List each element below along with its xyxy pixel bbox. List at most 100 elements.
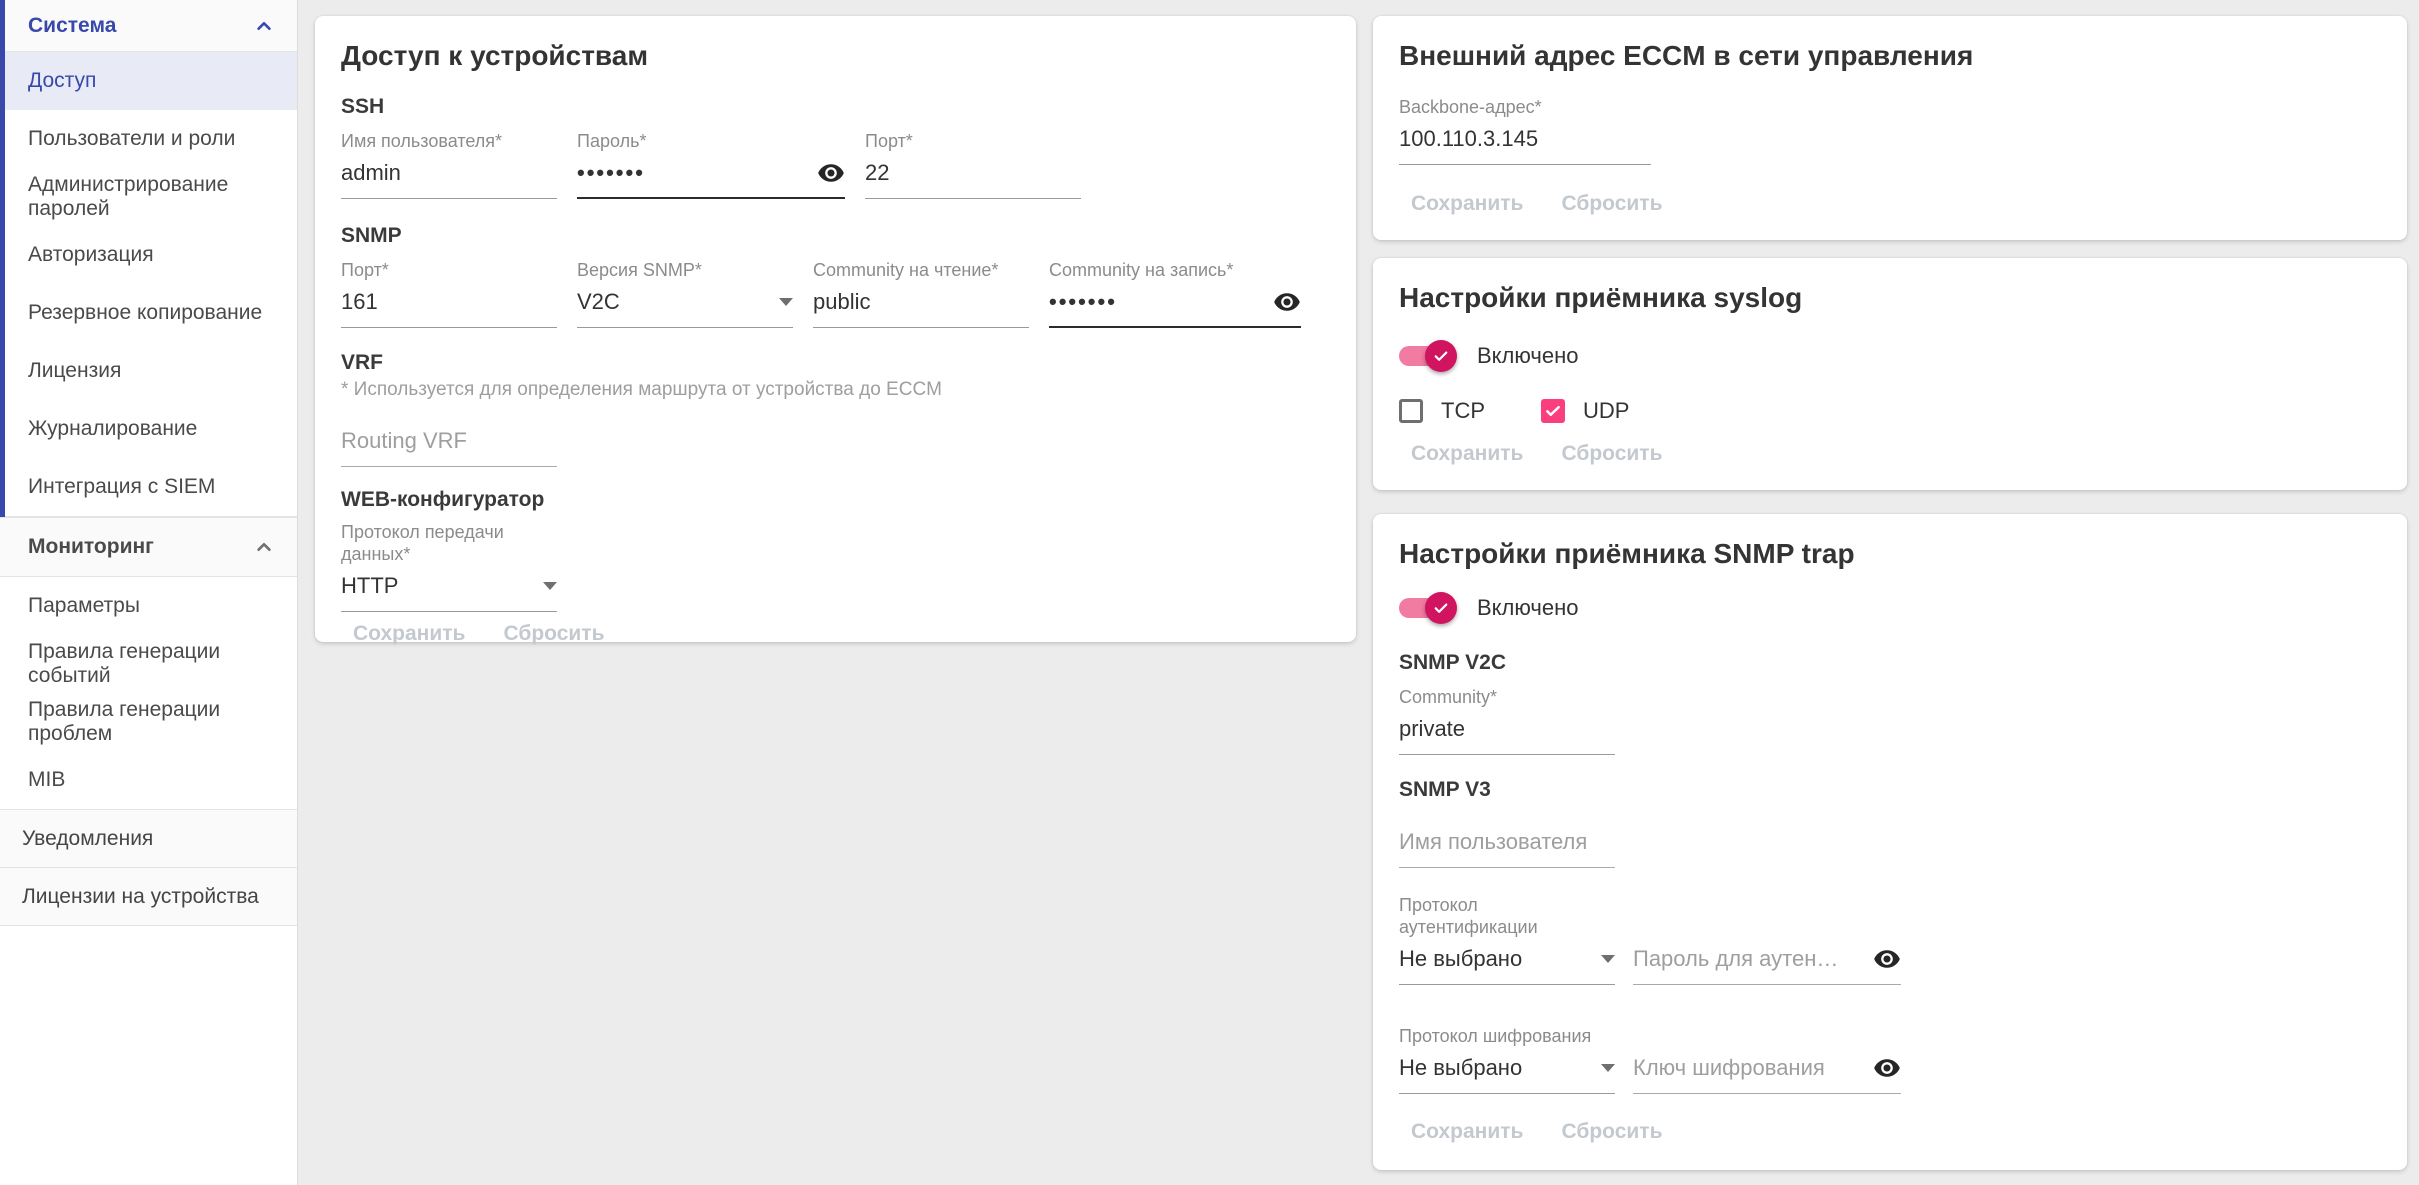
ssh-username-field[interactable]: Имя пользователя* admin: [341, 130, 557, 199]
chevron-down-icon[interactable]: [543, 582, 557, 590]
vrf-hint: * Используется для определения маршрута …: [341, 378, 1330, 402]
item-label: Уведомления: [22, 827, 153, 851]
save-button[interactable]: Сохранить: [341, 612, 477, 656]
selected-value: Не выбрано: [1399, 944, 1522, 974]
group-label: Система: [28, 14, 116, 38]
enabled-toggle[interactable]: [1399, 340, 1449, 372]
enabled-toggle[interactable]: [1399, 592, 1449, 624]
card-title: Доступ к устройствам: [341, 38, 1330, 74]
field-label: Протокол передачи данных*: [341, 521, 557, 565]
field-placeholder: Имя пользователя: [1399, 827, 1587, 857]
sidebar-item-license[interactable]: Лицензия: [0, 342, 297, 400]
toggle-label: Включено: [1477, 595, 1578, 621]
sidebar-item-siem[interactable]: Интеграция с SIEM: [0, 458, 297, 516]
card-actions: Сохранить Сбросить: [1399, 432, 2381, 478]
routing-vrf-field[interactable]: Routing VRF: [341, 420, 557, 467]
masked-value: •••••••: [577, 158, 645, 188]
main-content: Доступ к устройствам SSH Имя пользовател…: [298, 0, 2419, 1185]
save-button[interactable]: Сохранить: [1399, 1110, 1535, 1154]
backbone-address-field[interactable]: Backbone-адрес* 100.110.3.145: [1399, 96, 1651, 165]
sidebar-item-device-licenses[interactable]: Лицензии на устройства: [0, 868, 297, 926]
field-value: public: [813, 287, 870, 317]
field-label: Community*: [1399, 686, 1615, 708]
card-actions: Сохранить Сбросить: [341, 612, 1330, 658]
selected-value: Не выбрано: [1399, 1053, 1522, 1083]
chevron-up-icon[interactable]: [251, 13, 277, 39]
sidebar-item-logging[interactable]: Журналирование: [0, 400, 297, 458]
sidebar-item-access[interactable]: Доступ: [0, 52, 297, 110]
sidebar-item-mib[interactable]: MIB: [0, 751, 297, 809]
ssh-section-heading: SSH: [341, 94, 1330, 120]
sidebar-item-users-roles[interactable]: Пользователи и роли: [0, 110, 297, 168]
sidebar-item-backup[interactable]: Резервное копирование: [0, 284, 297, 342]
item-label: Резервное копирование: [28, 301, 262, 325]
save-button[interactable]: Сохранить: [1399, 432, 1535, 476]
check-icon: [1432, 599, 1450, 617]
syslog-settings-card: Настройки приёмника syslog Включено TCP …: [1373, 258, 2407, 490]
reset-button[interactable]: Сбросить: [1549, 1110, 1674, 1154]
reset-button[interactable]: Сбросить: [1549, 432, 1674, 476]
snmp-port-field[interactable]: Порт* 161: [341, 259, 557, 328]
field-label: Порт*: [341, 259, 557, 281]
active-group-indicator: [0, 0, 5, 517]
sidebar-item-authorization[interactable]: Авторизация: [0, 226, 297, 284]
sidebar-item-parameters[interactable]: Параметры: [0, 577, 297, 635]
sidebar-item-notifications[interactable]: Уведомления: [0, 810, 297, 868]
snmp-version-select[interactable]: Версия SNMP* V2C: [577, 259, 793, 328]
eye-icon[interactable]: [817, 159, 845, 187]
web-protocol-select[interactable]: Протокол передачи данных* HTTP: [341, 521, 557, 612]
auth-password-field[interactable]: Пароль для аутентификации: [1633, 938, 1901, 985]
sidebar-group-header-monitoring[interactable]: Мониторинг: [0, 517, 297, 577]
field-placeholder: Ключ шифрования: [1633, 1053, 1825, 1083]
selected-value: HTTP: [341, 571, 398, 601]
item-label: Доступ: [28, 69, 96, 93]
snmp-write-community-field[interactable]: Community на запись* •••••••: [1049, 259, 1301, 328]
item-label: Правила генерации проблем: [28, 698, 281, 746]
masked-value: •••••••: [1049, 287, 1117, 317]
field-label: Версия SNMP*: [577, 259, 793, 281]
field-value: admin: [341, 158, 401, 188]
eye-icon[interactable]: [1273, 288, 1301, 316]
toggle-label: Включено: [1477, 343, 1578, 369]
item-label: Авторизация: [28, 243, 154, 267]
encrypt-protocol-select[interactable]: Протокол шифрования Не выбрано: [1399, 1025, 1615, 1094]
right-column: Внешний адрес ECCM в сети управления Bac…: [1373, 16, 2407, 1170]
udp-checkbox[interactable]: [1541, 399, 1565, 423]
ssh-password-field[interactable]: Пароль* •••••••: [577, 130, 845, 199]
reset-button[interactable]: Сбросить: [1549, 182, 1674, 226]
field-value: private: [1399, 714, 1465, 744]
field-label: Community на чтение*: [813, 259, 1029, 281]
trap-community-field[interactable]: Community* private: [1399, 686, 1615, 755]
eye-icon[interactable]: [1873, 1054, 1901, 1082]
auth-protocol-select[interactable]: Протокол аутентификации Не выбрано: [1399, 894, 1615, 985]
card-title: Настройки приёмника syslog: [1399, 280, 2381, 316]
chevron-up-icon[interactable]: [251, 534, 277, 560]
trap-enabled-row: Включено: [1399, 592, 2381, 624]
syslog-enabled-row: Включено: [1399, 340, 2381, 372]
trap-username-field[interactable]: Имя пользователя: [1399, 821, 1615, 868]
snmp-read-community-field[interactable]: Community на чтение* public: [813, 259, 1029, 328]
tcp-checkbox[interactable]: [1399, 399, 1423, 423]
card-title: Настройки приёмника SNMP trap: [1399, 536, 2381, 572]
chevron-down-icon[interactable]: [779, 298, 793, 306]
sidebar-item-event-rules[interactable]: Правила генерации событий: [0, 635, 297, 693]
sidebar-item-problem-rules[interactable]: Правила генерации проблем: [0, 693, 297, 751]
sidebar-group-header-system[interactable]: Система: [0, 0, 297, 52]
syslog-protocols-row: TCP UDP: [1399, 398, 2381, 424]
card-title: Внешний адрес ECCM в сети управления: [1399, 38, 2381, 74]
ssh-port-field[interactable]: Порт* 22: [865, 130, 1081, 199]
sidebar-item-password-admin[interactable]: Администрирование паролей: [0, 168, 297, 226]
snmp-v2c-heading: SNMP V2C: [1399, 650, 2381, 676]
sidebar: Система Доступ Пользователи и роли Админ…: [0, 0, 298, 1185]
field-placeholder: Пароль для аутентификации: [1633, 944, 1843, 974]
device-access-card: Доступ к устройствам SSH Имя пользовател…: [315, 16, 1356, 642]
encrypt-key-field[interactable]: Ключ шифрования: [1633, 1047, 1901, 1094]
eye-icon[interactable]: [1873, 945, 1901, 973]
item-label: Интеграция с SIEM: [28, 475, 215, 499]
sidebar-group-monitoring: Мониторинг Параметры Правила генерации с…: [0, 517, 297, 810]
web-section-heading: WEB-конфигуратор: [341, 487, 1330, 513]
chevron-down-icon[interactable]: [1601, 1064, 1615, 1072]
save-button[interactable]: Сохранить: [1399, 182, 1535, 226]
reset-button[interactable]: Сбросить: [491, 612, 616, 656]
chevron-down-icon[interactable]: [1601, 955, 1615, 963]
